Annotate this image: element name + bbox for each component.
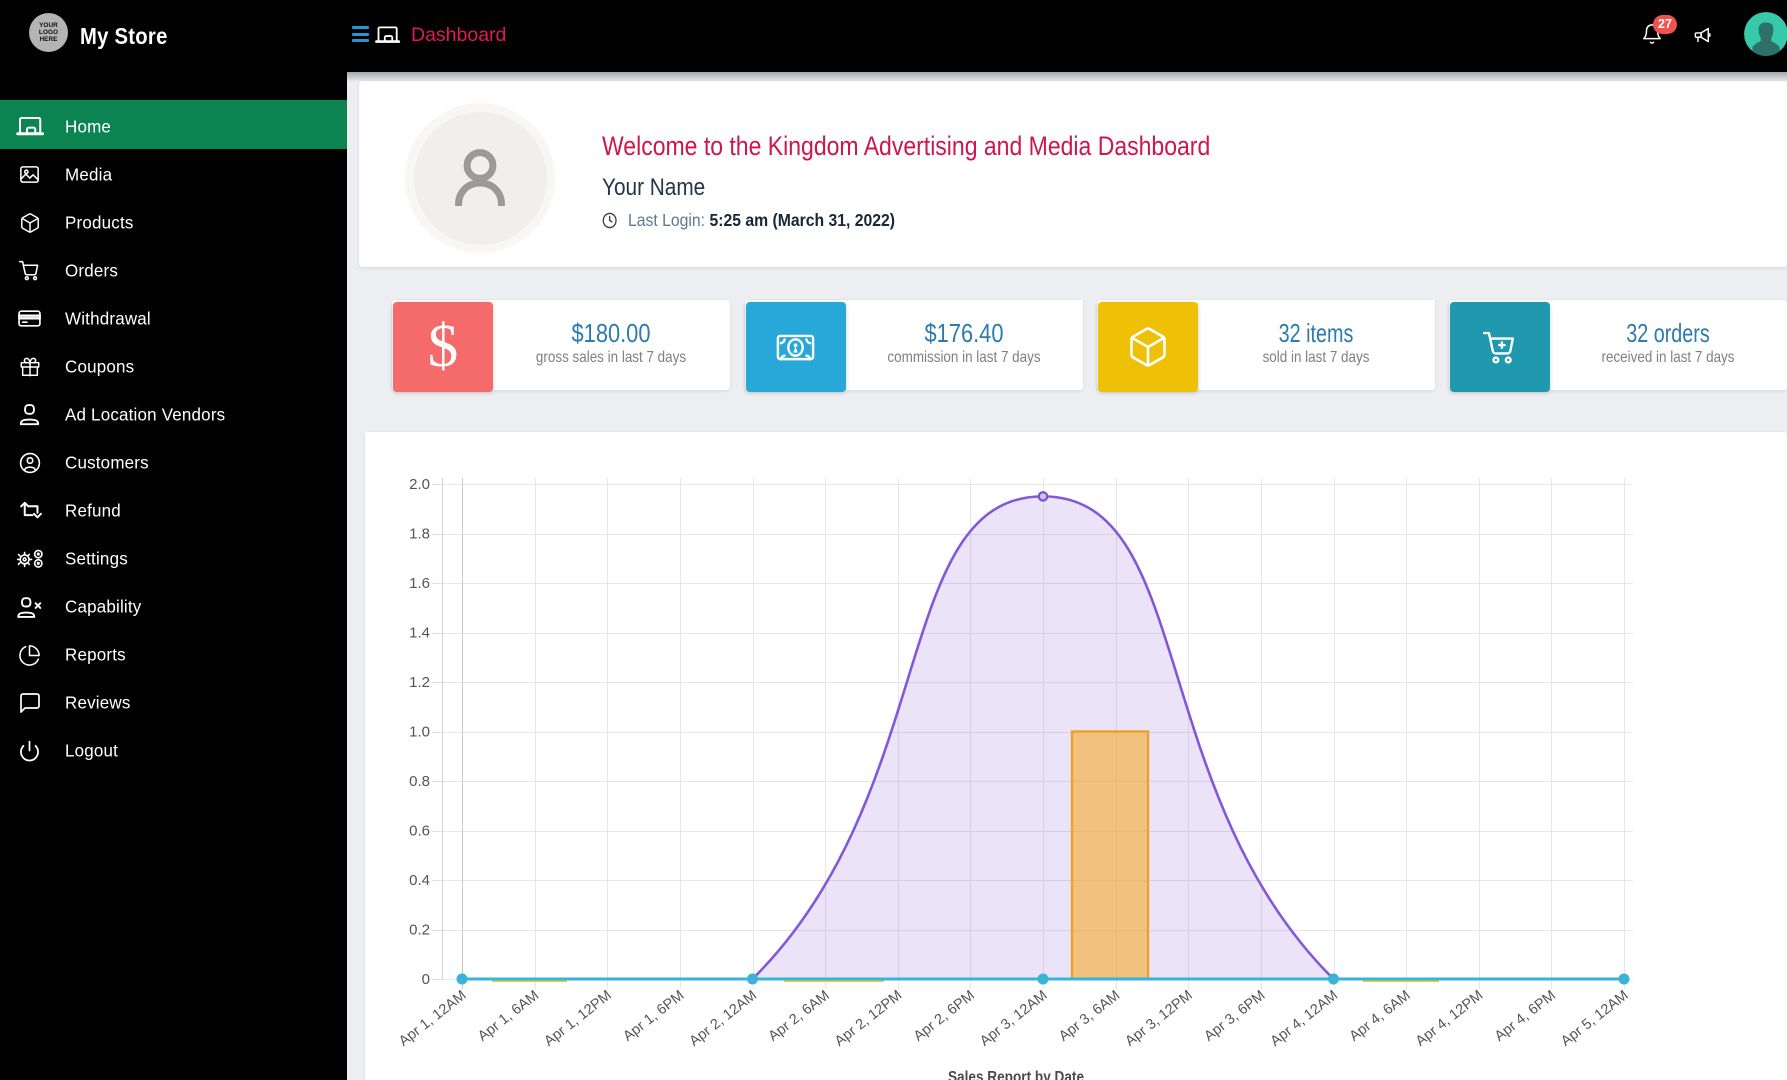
svg-text:Apr 2, 6PM: Apr 2, 6PM	[911, 988, 978, 1045]
svg-text:Apr 3, 12AM: Apr 3, 12AM	[977, 988, 1050, 1050]
svg-text:0: 0	[422, 971, 430, 988]
svg-text:Apr 4, 12AM: Apr 4, 12AM	[1268, 988, 1341, 1050]
svg-text:Apr 4, 6PM: Apr 4, 6PM	[1492, 988, 1559, 1045]
svg-text:0.8: 0.8	[409, 773, 430, 790]
svg-text:Apr 2, 12AM: Apr 2, 12AM	[687, 988, 760, 1050]
svg-text:Apr 3, 6AM: Apr 3, 6AM	[1056, 988, 1123, 1045]
svg-text:0.4: 0.4	[409, 872, 430, 889]
svg-text:Apr 3, 12PM: Apr 3, 12PM	[1122, 988, 1195, 1050]
svg-text:1.0: 1.0	[409, 724, 430, 741]
svg-text:Apr 4, 6AM: Apr 4, 6AM	[1347, 988, 1414, 1045]
svg-text:1.8: 1.8	[409, 526, 430, 543]
svg-text:Apr 1, 6PM: Apr 1, 6PM	[620, 988, 687, 1045]
svg-text:Apr 1, 6AM: Apr 1, 6AM	[475, 988, 542, 1045]
svg-text:1.4: 1.4	[409, 625, 430, 642]
svg-text:Apr 2, 6AM: Apr 2, 6AM	[766, 988, 833, 1045]
svg-text:1.6: 1.6	[409, 575, 430, 592]
svg-text:0.2: 0.2	[409, 922, 430, 939]
svg-text:2.0: 2.0	[409, 476, 430, 493]
svg-text:Apr 4, 12PM: Apr 4, 12PM	[1413, 988, 1486, 1050]
svg-text:0.6: 0.6	[409, 823, 430, 840]
svg-text:Apr 2, 12PM: Apr 2, 12PM	[832, 988, 905, 1050]
svg-text:Apr 1, 12AM: Apr 1, 12AM	[396, 988, 469, 1050]
svg-text:1.2: 1.2	[409, 674, 430, 691]
svg-text:Apr 1, 12PM: Apr 1, 12PM	[541, 988, 614, 1050]
svg-text:Apr 3, 6PM: Apr 3, 6PM	[1201, 988, 1268, 1045]
svg-text:Apr 5, 12AM: Apr 5, 12AM	[1558, 988, 1631, 1050]
